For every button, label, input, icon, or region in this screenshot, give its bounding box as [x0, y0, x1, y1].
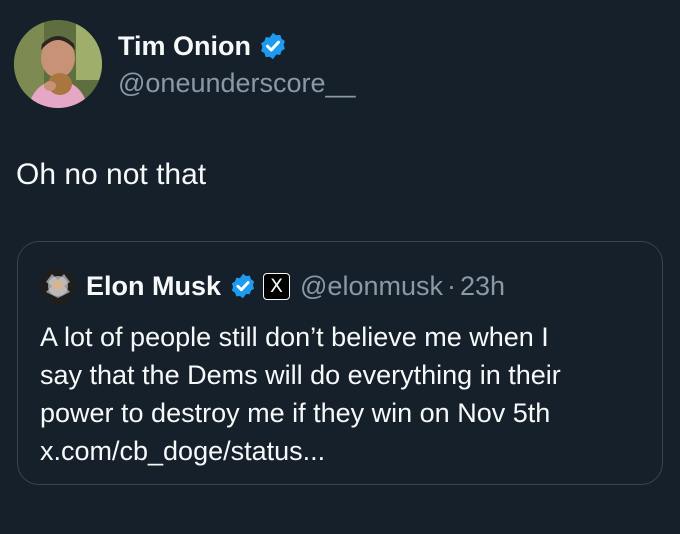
- author-name-row: Tim Onion: [118, 28, 288, 64]
- quoted-tweet-header: Elon Musk X @elonmusk · 23h: [40, 266, 505, 306]
- separator-dot: ·: [446, 270, 456, 301]
- quoted-author-avatar-image: [40, 268, 76, 304]
- quoted-tweet-card[interactable]: Elon Musk X @elonmusk · 23h A lot of peo…: [17, 241, 663, 485]
- quoted-author-avatar[interactable]: [40, 268, 76, 304]
- verified-badge-icon: [231, 273, 255, 299]
- quoted-tweet-link[interactable]: x.com/cb_doge/status...: [40, 432, 650, 470]
- author-handle[interactable]: @oneunderscore__: [118, 68, 356, 99]
- x-affiliate-badge-icon: X: [263, 272, 291, 300]
- author-avatar-image: [14, 20, 102, 108]
- verified-badge-icon: [261, 32, 285, 60]
- tweet: Tim Onion @oneunderscore__ Oh no not tha…: [0, 0, 680, 534]
- author-avatar[interactable]: [14, 20, 102, 108]
- quoted-tweet-timestamp[interactable]: 23h: [460, 271, 505, 302]
- quoted-author-name[interactable]: Elon Musk: [86, 271, 221, 302]
- author-name[interactable]: Tim Onion: [118, 31, 251, 62]
- quoted-tweet-text: A lot of people still don’t believe me w…: [40, 318, 650, 470]
- quoted-tweet-text-line: A lot of people still don’t believe me w…: [40, 322, 549, 352]
- quoted-tweet-text-line: say that the Dems will do everything in …: [40, 360, 561, 390]
- tweet-text: Oh no not that: [16, 158, 207, 191]
- quoted-tweet-text-line: power to destroy me if they win on Nov 5…: [40, 398, 551, 428]
- quoted-author-handle[interactable]: @elonmusk: [300, 271, 443, 302]
